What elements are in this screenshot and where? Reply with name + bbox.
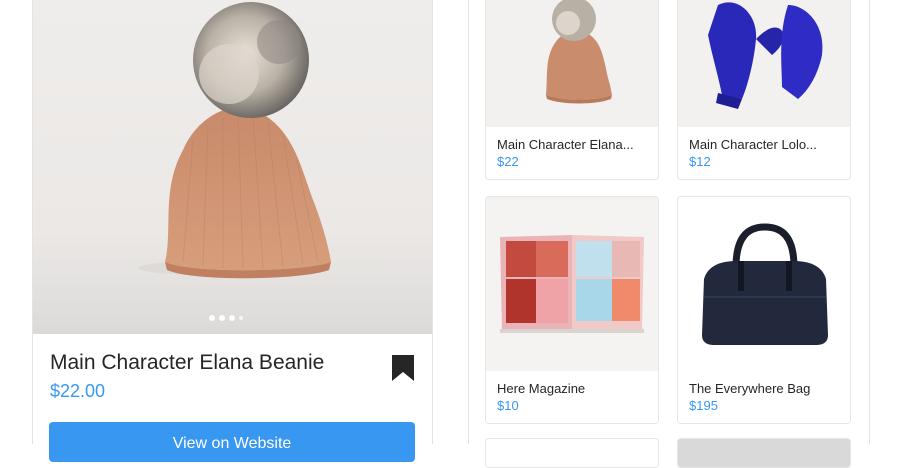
product-price: $195 xyxy=(689,398,718,413)
product-tile[interactable]: Here Magazine $10 xyxy=(485,196,659,424)
product-tile[interactable] xyxy=(677,438,851,468)
product-thumbnail xyxy=(678,197,850,371)
product-grid: Main Character Elana... $22 Main Charact… xyxy=(468,0,870,468)
product-thumbnail xyxy=(486,0,658,127)
product-image[interactable] xyxy=(33,0,432,334)
bookmark-icon[interactable] xyxy=(391,355,415,381)
product-tile[interactable]: Main Character Lolo... $12 xyxy=(677,0,851,180)
beanie-illustration xyxy=(138,2,331,279)
product-price: $10 xyxy=(497,398,519,413)
beanie-thumbnail-icon xyxy=(546,0,612,104)
carousel-dot[interactable] xyxy=(239,316,243,320)
product-name: Main Character Elana... xyxy=(497,137,634,152)
product-tile[interactable]: Main Character Elana... $22 xyxy=(485,0,659,180)
carousel-indicator[interactable] xyxy=(209,315,243,321)
product-thumbnail xyxy=(486,197,658,371)
mittens-thumbnail-icon xyxy=(708,2,823,109)
featured-product-card: Main Character Elana Beanie $22.00 View … xyxy=(32,0,433,462)
carousel-dot[interactable] xyxy=(219,315,225,321)
carousel-dot[interactable] xyxy=(229,315,235,321)
magazine-thumbnail-icon xyxy=(500,235,644,333)
product-name: The Everywhere Bag xyxy=(689,381,811,396)
product-name: Here Magazine xyxy=(497,381,586,396)
bag-thumbnail-icon xyxy=(702,223,828,345)
product-price: $22.00 xyxy=(50,381,106,401)
product-price: $12 xyxy=(689,154,711,169)
product-thumbnail xyxy=(678,0,850,127)
product-tile[interactable] xyxy=(485,438,659,468)
product-tile[interactable]: The Everywhere Bag $195 xyxy=(677,196,851,424)
view-on-website-button[interactable]: View on Website xyxy=(49,422,415,462)
product-price: $22 xyxy=(497,154,519,169)
product-name: Main Character Lolo... xyxy=(689,137,817,152)
product-title: Main Character Elana Beanie xyxy=(50,351,325,374)
carousel-dot[interactable] xyxy=(209,315,215,321)
